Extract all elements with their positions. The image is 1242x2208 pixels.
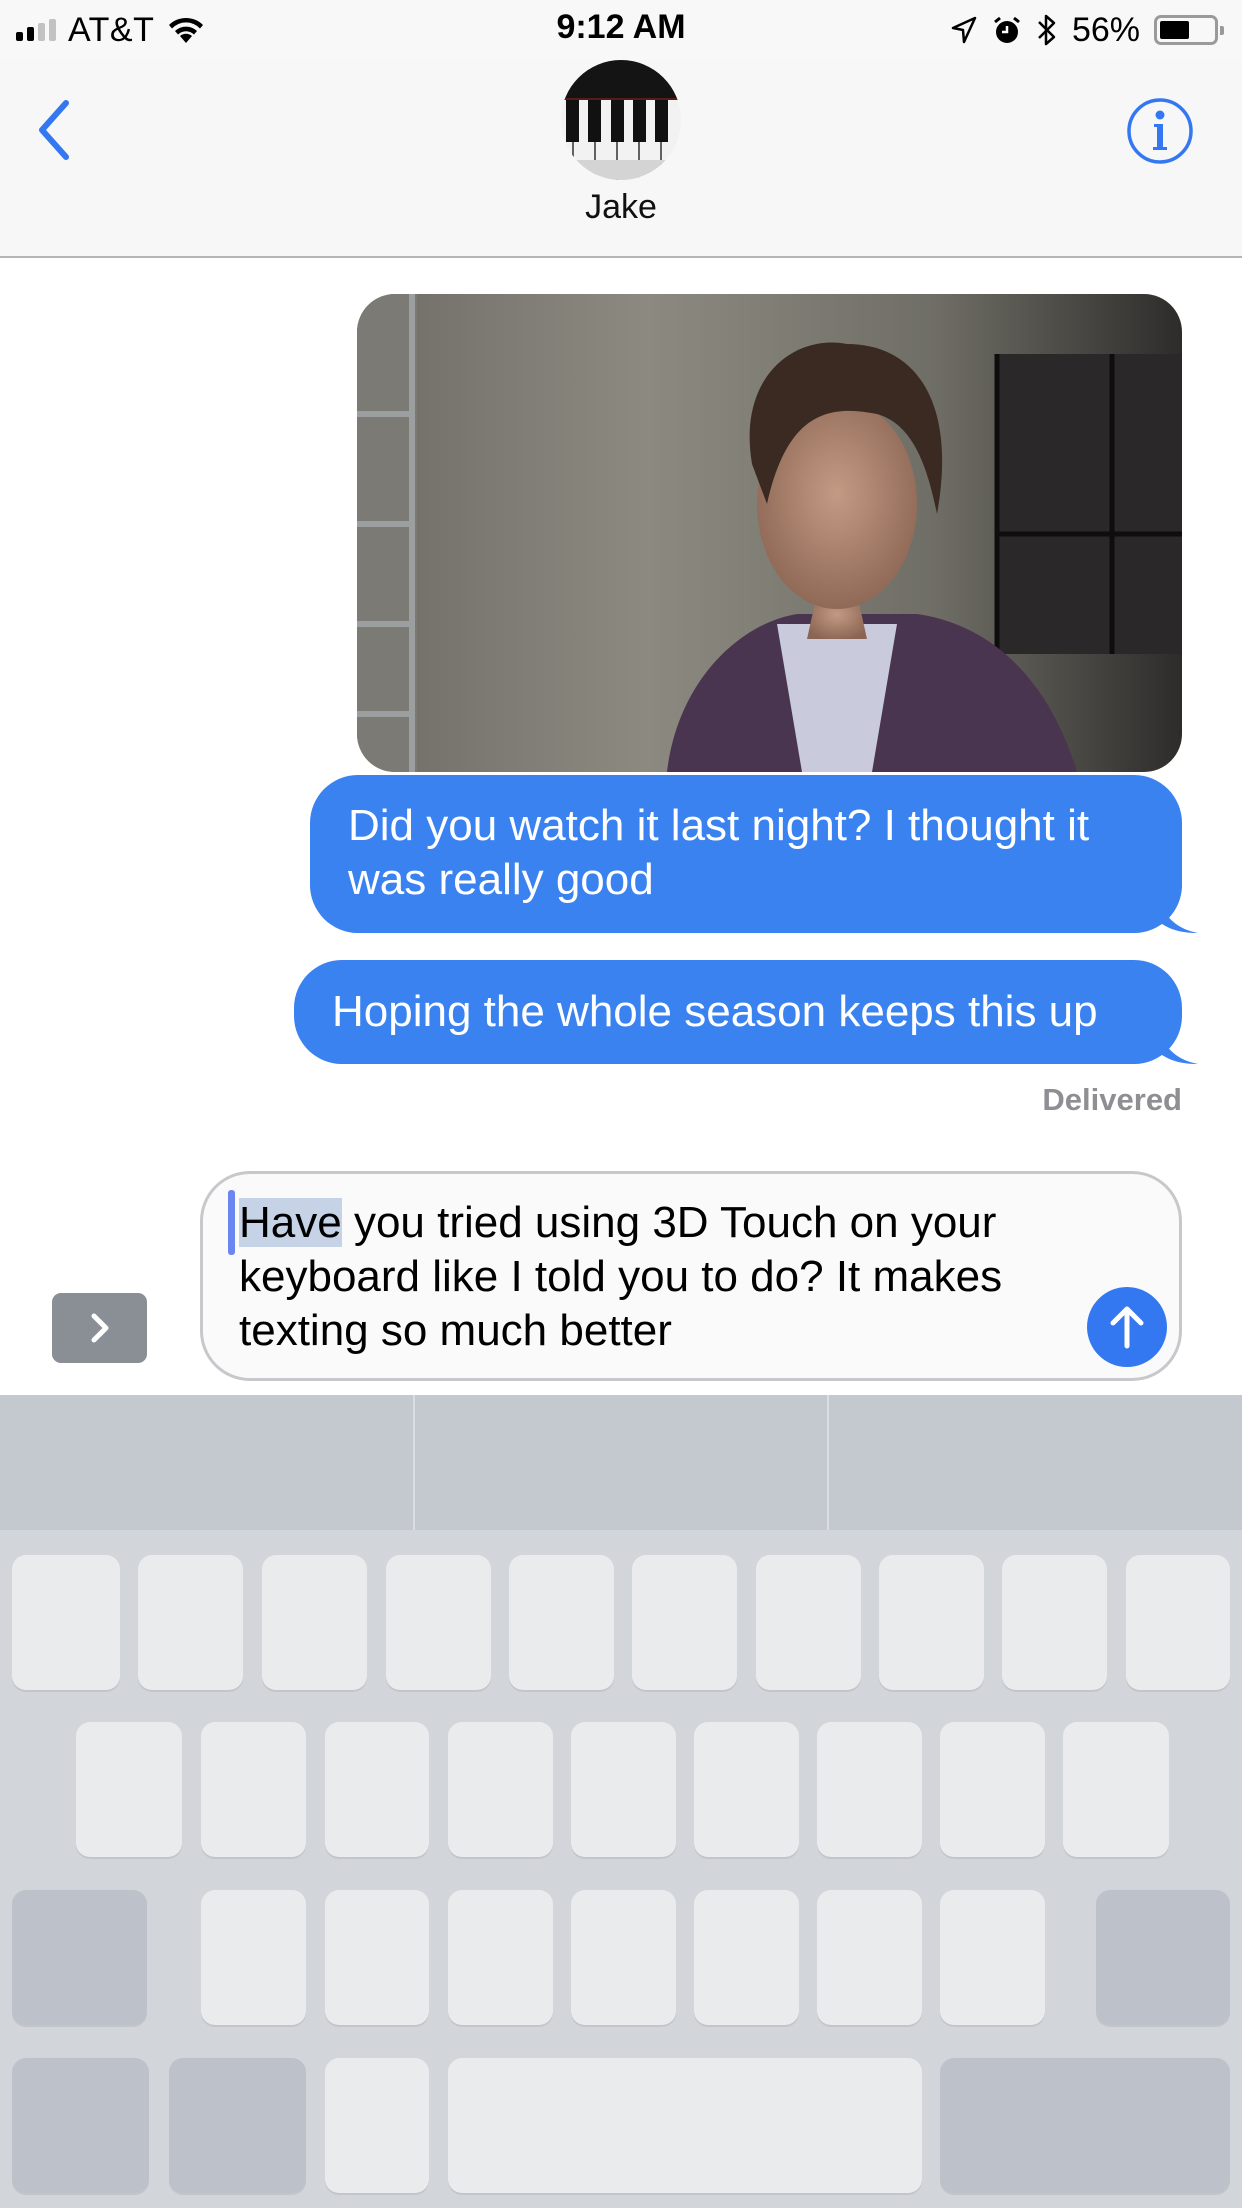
keyboard-key[interactable] <box>76 1722 182 1857</box>
bubble-tail <box>1158 899 1198 933</box>
info-circle-icon[interactable] <box>1126 97 1194 165</box>
keyboard-key[interactable] <box>632 1555 737 1690</box>
keyboard-key[interactable] <box>571 1722 676 1857</box>
keyboard-key[interactable] <box>12 1555 120 1690</box>
chevron-right-icon <box>91 1313 108 1343</box>
keyboard-key[interactable] <box>940 1890 1045 2025</box>
keyboard-key[interactable] <box>694 1722 799 1857</box>
avatar[interactable] <box>561 60 681 180</box>
keyboard-key[interactable] <box>386 1555 491 1690</box>
keyboard-key[interactable] <box>817 1890 922 2025</box>
input-text: you tried using 3D Touch on your keyboar… <box>239 1198 1003 1355</box>
message-text: Did you watch it last night? I thought i… <box>348 801 1090 904</box>
keyboard-key[interactable] <box>1063 1722 1169 1857</box>
predictive-bar <box>0 1395 1242 1530</box>
expand-apps-button[interactable] <box>52 1293 147 1363</box>
alarm-icon <box>994 16 1020 43</box>
keyboard-key[interactable] <box>756 1555 861 1690</box>
keyboard-key-function[interactable] <box>940 2058 1230 2193</box>
keyboard-key[interactable] <box>138 1555 243 1690</box>
keyboard-key[interactable] <box>325 1722 429 1857</box>
keyboard-key[interactable] <box>448 2058 922 2193</box>
contact-name[interactable]: Jake <box>0 188 1242 227</box>
text-cursor <box>228 1190 235 1255</box>
keyboard-key[interactable] <box>325 1890 429 2025</box>
prediction-slot[interactable] <box>0 1395 415 1530</box>
bubble-tail <box>1158 1030 1198 1064</box>
keyboard-key[interactable] <box>262 1555 367 1690</box>
sent-message-bubble[interactable]: Did you watch it last night? I thought i… <box>310 775 1198 933</box>
keyboard-key-function[interactable] <box>12 1890 147 2025</box>
send-button[interactable] <box>1087 1287 1167 1367</box>
bluetooth-icon <box>1038 14 1056 46</box>
location-arrow-icon <box>951 16 977 44</box>
image-message[interactable] <box>357 294 1182 772</box>
message-text: Hoping the whole season keeps this up <box>332 987 1098 1036</box>
keyboard-key[interactable] <box>694 1890 799 2025</box>
message-input[interactable]: Have you tried using 3D Touch on your ke… <box>200 1171 1182 1381</box>
keyboard-key[interactable] <box>879 1555 984 1690</box>
message-input-text[interactable]: Have you tried using 3D Touch on your ke… <box>239 1196 1069 1358</box>
keyboard-key[interactable] <box>448 1722 553 1857</box>
keyboard-key[interactable] <box>571 1890 676 2025</box>
keyboard-key[interactable] <box>509 1555 614 1690</box>
arrow-up-icon <box>1110 1306 1144 1349</box>
keyboard-key[interactable] <box>817 1722 922 1857</box>
keyboard-key-function[interactable] <box>1096 1890 1230 2025</box>
keyboard-key[interactable] <box>201 1722 306 1857</box>
keyboard-key[interactable] <box>1126 1555 1230 1690</box>
gif-image <box>357 294 1182 772</box>
status-bar: AT&T 9:12 AM 56% <box>0 0 1242 60</box>
battery-icon <box>1154 15 1224 45</box>
keyboard-key[interactable] <box>940 1722 1045 1857</box>
keyboard-key[interactable] <box>1002 1555 1107 1690</box>
sent-message-bubble[interactable]: Hoping the whole season keeps this up <box>294 960 1198 1064</box>
delivery-status: Delivered <box>1042 1082 1182 1117</box>
keyboard-key[interactable] <box>325 2058 429 2193</box>
selected-text: Have <box>239 1198 342 1247</box>
keyboard-trackpad[interactable] <box>0 1395 1242 2208</box>
piano-keys-avatar-image <box>561 60 681 180</box>
prediction-slot[interactable] <box>829 1395 1242 1530</box>
keyboard-key-function[interactable] <box>12 2058 149 2193</box>
keyboard-key[interactable] <box>448 1890 553 2025</box>
prediction-slot[interactable] <box>415 1395 830 1530</box>
chevron-left-icon[interactable] <box>30 95 80 165</box>
keyboard-key[interactable] <box>201 1890 306 2025</box>
battery-percent: 56% <box>1071 10 1140 49</box>
conversation-header: Jake <box>0 60 1242 258</box>
keyboard-key-function[interactable] <box>169 2058 306 2193</box>
